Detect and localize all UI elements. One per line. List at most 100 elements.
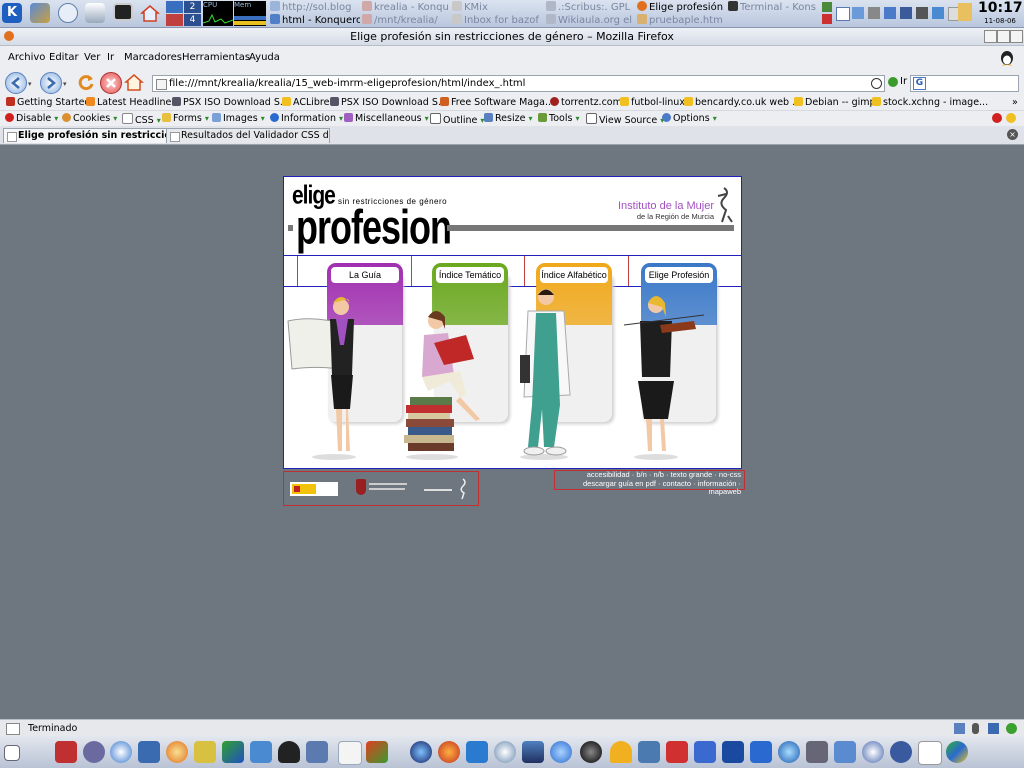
status-mouse-icon[interactable]: [972, 723, 979, 734]
app-network-icon[interactable]: [494, 741, 516, 763]
desktop-4[interactable]: 4: [184, 14, 201, 26]
back-button[interactable]: [5, 72, 27, 94]
bookmark-aclibre[interactable]: ACLibre: [282, 97, 329, 108]
minimize-button[interactable]: [984, 30, 997, 43]
app-flag-icon[interactable]: [306, 741, 328, 763]
app-gear-icon[interactable]: [778, 741, 800, 763]
app-mail-icon[interactable]: [638, 741, 660, 763]
footer-links[interactable]: accesibilidad · b/n · n/b · texto grande…: [554, 470, 745, 496]
bookmark-stock-xchng[interactable]: stock.xchng - image...: [872, 97, 988, 108]
wifi-icon[interactable]: [932, 7, 944, 19]
bookmark-psx-iso-2[interactable]: PSX ISO Download S...: [330, 97, 447, 108]
task-kmix[interactable]: KMix: [452, 1, 540, 13]
app-calendar-icon[interactable]: [918, 741, 942, 765]
tab-validador-css[interactable]: Resultados del Validador CSS de...: [166, 128, 330, 143]
home-button[interactable]: [124, 72, 144, 92]
firefox-window-icon[interactable]: [4, 31, 14, 41]
app-star-icon[interactable]: [466, 741, 488, 763]
footer-links-line2[interactable]: descargar guía en pdf · contacto · infor…: [555, 479, 741, 497]
network-icon[interactable]: [852, 7, 864, 19]
menu-ir[interactable]: Ir: [107, 52, 114, 63]
back-dropdown-icon[interactable]: ▾: [28, 80, 32, 88]
help-icon[interactable]: [58, 3, 78, 23]
more-bookmarks-icon[interactable]: »: [1012, 97, 1018, 108]
bookmark-psx-iso-1[interactable]: PSX ISO Download S...: [172, 97, 289, 108]
task-terminal[interactable]: Terminal - Kons: [728, 1, 818, 13]
app-search-icon[interactable]: [110, 741, 132, 763]
app-nvu-icon[interactable]: [83, 741, 105, 763]
url-bar[interactable]: file:///mnt/krealia/krealia/15_web-imrm-…: [152, 75, 885, 92]
app-iiib-icon[interactable]: [55, 741, 77, 763]
menu-ayuda[interactable]: Ayuda: [249, 52, 280, 63]
instituto-mujer-footer-logo[interactable]: [424, 478, 472, 500]
gobierno-espana-logo[interactable]: [290, 482, 338, 496]
dev-outline[interactable]: Outline ▾: [430, 113, 484, 126]
dev-options[interactable]: Options ▾: [662, 113, 717, 124]
task-elige-profesion[interactable]: Elige profesión: [637, 1, 725, 13]
app-compass-icon[interactable]: [862, 741, 884, 763]
bookmark-debian-gimp[interactable]: Debian -- gimp: [794, 97, 876, 108]
user-icon[interactable]: [958, 3, 972, 21]
dev-tools[interactable]: Tools ▾: [538, 113, 579, 124]
bookmark-bencardy[interactable]: bencardy.co.uk web ...: [684, 97, 801, 108]
desktop-pager[interactable]: 2 4: [166, 1, 202, 26]
app-chat-icon[interactable]: [834, 741, 856, 763]
menu-herramientas[interactable]: Herramientas: [182, 52, 250, 63]
dev-cookies[interactable]: Cookies ▾: [62, 113, 117, 124]
app-firefox-icon[interactable]: [438, 741, 460, 763]
smiley-icon[interactable]: [1006, 113, 1016, 123]
go-icon[interactable]: [888, 77, 898, 87]
app-clock-icon[interactable]: [580, 741, 602, 763]
stop-button[interactable]: [100, 72, 122, 94]
task-pruebaple[interactable]: pruebaple.htm: [637, 14, 725, 26]
speaker-icon[interactable]: [916, 7, 928, 19]
forward-button[interactable]: [40, 72, 62, 94]
app-kopete-icon[interactable]: [666, 741, 688, 763]
site-logo[interactable]: elige sin restricciones de género profes…: [292, 181, 452, 255]
settings-icon[interactable]: [85, 3, 105, 23]
status-ok-icon[interactable]: [1006, 723, 1017, 734]
broom-icon[interactable]: [30, 3, 50, 23]
dev-resize[interactable]: Resize ▾: [484, 113, 533, 124]
home-icon[interactable]: [140, 3, 160, 23]
app-accessibility-icon[interactable]: [138, 741, 160, 763]
url-dropdown-icon[interactable]: [871, 78, 882, 89]
search-engine-icon[interactable]: G: [913, 77, 926, 90]
dev-images[interactable]: Images ▾: [212, 113, 265, 124]
bluetooth-icon[interactable]: [900, 7, 912, 19]
reload-button[interactable]: [76, 72, 96, 92]
task-krealia-konqueror[interactable]: krealia - Konque: [362, 1, 448, 13]
app-3d-cube-icon[interactable]: [222, 741, 244, 763]
app-kde-icon[interactable]: [946, 741, 968, 763]
app-globe-icon[interactable]: [410, 741, 432, 763]
help-icon[interactable]: [992, 113, 1002, 123]
app-penguin-icon[interactable]: [278, 741, 300, 763]
status-tidy-icon[interactable]: [988, 723, 999, 734]
go-button[interactable]: Ir: [900, 76, 907, 87]
task-html-konqueror[interactable]: html - Konqueror: [270, 14, 360, 26]
app-php-icon[interactable]: [890, 741, 912, 763]
task-inbox[interactable]: Inbox for bazof: [452, 14, 540, 26]
app-calc-icon[interactable]: [366, 741, 388, 763]
bookmark-latest-headlines[interactable]: Latest Headlines: [86, 97, 176, 108]
close-tab-icon[interactable]: ×: [1007, 129, 1018, 140]
kde-menu-button[interactable]: K: [2, 3, 22, 23]
dev-information[interactable]: Information ▾: [270, 113, 343, 124]
task-http-sol-blog[interactable]: http://sol.blog: [270, 1, 360, 13]
status-extension-icon[interactable]: [954, 723, 965, 734]
app-tools-icon[interactable]: [722, 741, 744, 763]
menu-archivo[interactable]: Archivo: [8, 52, 45, 63]
app-gimp-icon[interactable]: [194, 741, 216, 763]
app-inkscape-icon[interactable]: [250, 741, 272, 763]
region-murcia-logo[interactable]: [356, 479, 412, 499]
app-download-icon[interactable]: [750, 741, 772, 763]
app-user-icon[interactable]: [610, 741, 632, 763]
menu-ver[interactable]: Ver: [84, 52, 100, 63]
menu-editar[interactable]: Editar: [49, 52, 79, 63]
maximize-button[interactable]: [997, 30, 1010, 43]
menu-marcadores[interactable]: Marcadores: [124, 52, 182, 63]
tab-elige-profesion[interactable]: Elige profesión sin restriccio...: [3, 128, 167, 143]
window-titlebar[interactable]: Elige profesión sin restricciones de gén…: [0, 28, 1024, 46]
dev-css[interactable]: CSS ▾: [122, 113, 161, 126]
search-input[interactable]: G: [910, 75, 1019, 92]
